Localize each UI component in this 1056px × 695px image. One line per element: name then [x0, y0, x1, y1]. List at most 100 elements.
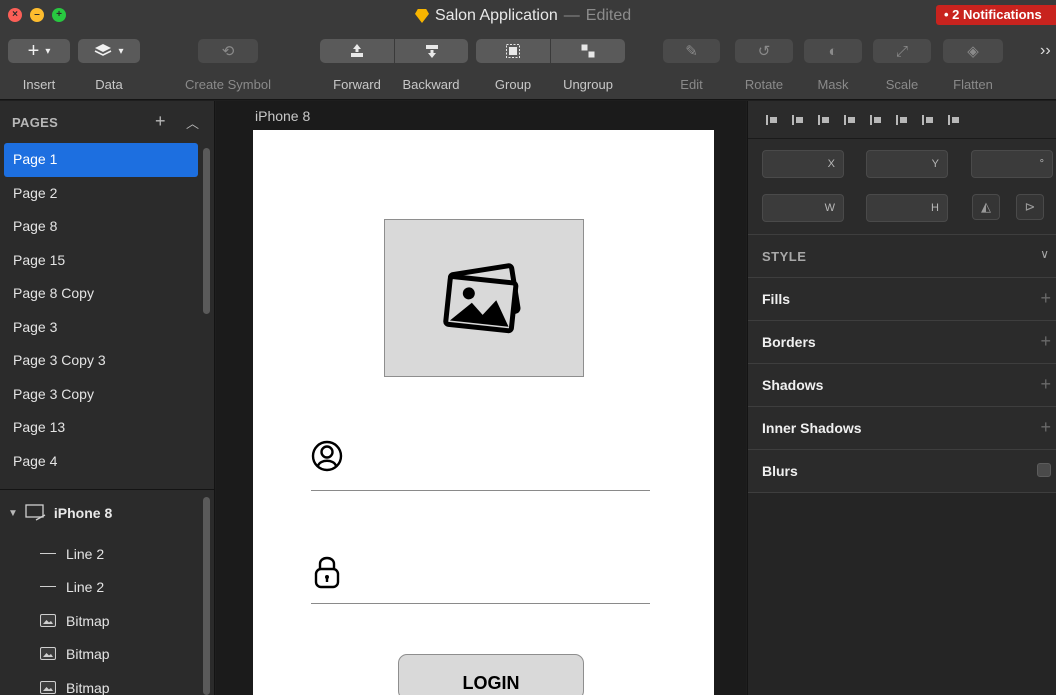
- inner-shadows-section[interactable]: Inner Shadows +: [748, 406, 1056, 449]
- blurs-section[interactable]: Blurs: [748, 449, 1056, 492]
- password-field[interactable]: [311, 603, 650, 604]
- align-center-horizontal-icon[interactable]: [844, 113, 856, 127]
- layer-item[interactable]: Line 2: [0, 537, 198, 570]
- x-position-field[interactable]: X: [762, 150, 844, 178]
- add-border-icon[interactable]: +: [1040, 331, 1051, 352]
- align-top-icon[interactable]: [896, 113, 908, 127]
- image-placeholder[interactable]: [384, 219, 584, 377]
- collapse-pages-icon[interactable]: ︿: [186, 113, 199, 132]
- rotation-field[interactable]: °: [971, 150, 1053, 178]
- layer-label: Line 2: [66, 545, 105, 562]
- y-position-field[interactable]: Y: [866, 150, 948, 178]
- notifications-badge[interactable]: • 2 Notifications: [936, 5, 1056, 25]
- align-middle-vertical-icon[interactable]: [922, 113, 934, 127]
- data-button[interactable]: ▾: [78, 39, 140, 63]
- shadows-section[interactable]: Shadows +: [748, 363, 1056, 406]
- blur-checkbox[interactable]: [1037, 463, 1051, 477]
- disclosure-triangle-icon[interactable]: ▼: [8, 508, 18, 519]
- artboard-title[interactable]: iPhone 8: [255, 108, 310, 124]
- ungroup-button[interactable]: [551, 39, 625, 63]
- page-item[interactable]: Page 3 Copy: [0, 378, 198, 412]
- layer-item[interactable]: Bitmap: [0, 604, 198, 637]
- username-field[interactable]: [311, 490, 650, 491]
- page-item[interactable]: Page 1: [4, 143, 198, 177]
- flatten-label: Flatten: [953, 77, 993, 92]
- page-item[interactable]: Page 3 Copy 3: [0, 344, 198, 378]
- gallery-icon: [443, 263, 521, 334]
- scale-label: Scale: [885, 77, 919, 92]
- bitmap-icon: [40, 681, 56, 694]
- create-symbol-label: Create Symbol: [185, 77, 271, 92]
- pages-header: PAGES + ︿: [0, 101, 215, 141]
- add-fill-icon[interactable]: +: [1040, 288, 1051, 309]
- borders-section[interactable]: Borders +: [748, 320, 1056, 363]
- bitmap-icon: [40, 647, 56, 660]
- user-icon: [311, 440, 343, 472]
- layers-scrollbar[interactable]: [203, 497, 210, 695]
- fills-section[interactable]: Fills +: [748, 277, 1056, 320]
- rotate-button[interactable]: ↺: [735, 39, 793, 63]
- page-item[interactable]: Page 8 Copy: [0, 277, 198, 311]
- add-shadow-icon[interactable]: +: [1040, 374, 1051, 395]
- login-button[interactable]: LOGIN: [398, 654, 584, 695]
- width-field[interactable]: W: [762, 194, 844, 222]
- align-left-icon[interactable]: [818, 113, 830, 127]
- chevron-down-icon: ▾: [45, 45, 51, 57]
- pages-scrollbar[interactable]: [203, 148, 210, 314]
- layers-sidebar: PAGES + ︿ Page 1 Page 2 Page 8 Page 15 P…: [0, 101, 215, 695]
- bitmap-icon: [40, 614, 56, 627]
- layer-item[interactable]: Line 2: [0, 570, 198, 603]
- distribute-horizontal-icon[interactable]: [766, 113, 778, 127]
- page-item[interactable]: Page 13: [0, 411, 198, 445]
- add-inner-shadow-icon[interactable]: +: [1040, 417, 1051, 438]
- forward-label: Forward: [333, 77, 381, 92]
- backward-button[interactable]: [395, 39, 468, 63]
- scale-button[interactable]: ⤢: [873, 39, 931, 63]
- group-button[interactable]: [476, 39, 550, 63]
- flip-horizontal-icon[interactable]: ◭: [972, 194, 1000, 220]
- edited-status: Edited: [585, 7, 632, 24]
- layer-item[interactable]: Bitmap: [0, 671, 198, 695]
- flatten-button[interactable]: ◈: [943, 39, 1003, 63]
- shadows-label: Shadows: [762, 377, 824, 393]
- align-bottom-icon[interactable]: [948, 113, 960, 127]
- sketch-document-icon: [415, 9, 429, 23]
- edit-label: Edit: [680, 77, 703, 92]
- group-label: Group: [494, 77, 532, 92]
- page-item[interactable]: Page 8: [0, 210, 198, 244]
- page-item[interactable]: Page 3: [0, 311, 198, 345]
- distribute-vertical-icon[interactable]: [792, 113, 804, 127]
- artboard-icon: [25, 504, 46, 521]
- page-item[interactable]: Page 2: [0, 177, 198, 211]
- chevron-down-icon[interactable]: ∨: [1040, 247, 1049, 261]
- line-icon: [40, 553, 56, 554]
- minimize-window-button[interactable]: –: [30, 8, 44, 22]
- style-header[interactable]: STYLE ∨: [748, 234, 1056, 277]
- height-field[interactable]: H: [866, 194, 948, 222]
- toolbar-overflow-button[interactable]: ››: [1040, 42, 1051, 60]
- page-item[interactable]: Page 15: [0, 244, 198, 278]
- flip-vertical-icon[interactable]: ⊳: [1016, 194, 1044, 220]
- pages-layers-divider[interactable]: [0, 489, 215, 490]
- canvas[interactable]: iPhone 8 LOGIN: [216, 101, 746, 695]
- page-item[interactable]: Page 4: [0, 445, 198, 479]
- add-page-icon[interactable]: +: [155, 111, 166, 132]
- maximize-window-button[interactable]: +: [52, 8, 66, 22]
- rotate-icon: ↺: [757, 43, 771, 60]
- artboard-iphone8[interactable]: LOGIN: [253, 130, 714, 695]
- align-right-icon[interactable]: [870, 113, 882, 127]
- layer-group-iphone8[interactable]: ▼ iPhone 8: [0, 494, 198, 532]
- close-window-button[interactable]: ×: [8, 8, 22, 22]
- create-symbol-button[interactable]: ⟲: [198, 39, 258, 63]
- plus-icon: +: [27, 39, 40, 62]
- edit-button[interactable]: ✎: [663, 39, 720, 63]
- data-label: Data: [95, 77, 123, 92]
- forward-button[interactable]: [320, 39, 394, 63]
- layer-item[interactable]: Bitmap: [0, 637, 198, 670]
- mask-button[interactable]: ◐: [804, 39, 862, 63]
- scale-icon: ⤢: [895, 42, 908, 60]
- insert-button[interactable]: + ▾: [8, 39, 70, 63]
- layer-label: Line 2: [66, 578, 105, 595]
- bring-forward-icon: [351, 44, 363, 57]
- borders-label: Borders: [762, 334, 816, 350]
